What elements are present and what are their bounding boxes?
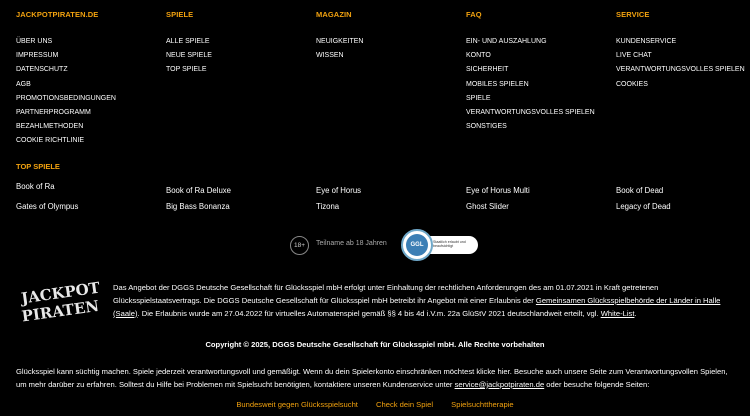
footer-column-magazin: MAGAZIN NEUIGKEITEN WISSEN	[316, 10, 363, 63]
game-link[interactable]: Book of Ra Deluxe	[166, 186, 231, 195]
link-bezahlmethoden[interactable]: BEZAHLMETHODEN	[16, 120, 116, 134]
link-sicherheit[interactable]: SICHERHEIT	[466, 63, 595, 77]
link-verantwortungsvolles-spielen-faq[interactable]: VERANTWORTUNGSVOLLES SPIELEN	[466, 106, 595, 120]
link-datenschutz[interactable]: DATENSCHUTZ	[16, 63, 116, 77]
link-promotionsbedingungen[interactable]: PROMOTIONSBEDINGUNGEN	[16, 92, 116, 106]
ggl-label-text: Staatlich erlaubt und beaufsichtigt	[433, 240, 466, 249]
link-konto[interactable]: KONTO	[466, 49, 595, 63]
link-cookie-richtlinie[interactable]: COOKIE RICHTLINIE	[16, 134, 116, 148]
link-kundenservice[interactable]: KUNDENSERVICE	[616, 35, 745, 49]
warning-text: oder besuche folgende Seiten:	[544, 379, 650, 389]
copyright: Copyright © 2025, DGGS Deutsche Gesellsc…	[205, 340, 545, 349]
game-link[interactable]: Gates of Olympus	[16, 202, 78, 211]
ggl-license-badge[interactable]: Staatlich erlaubt und beaufsichtigt GGL	[401, 229, 478, 261]
notice-text: .	[634, 308, 637, 318]
link-live-chat[interactable]: LIVE CHAT	[616, 49, 745, 63]
link-alle-spiele[interactable]: ALLE SPIELE	[166, 35, 212, 49]
game-link[interactable]: Book of Dead	[616, 186, 663, 195]
link-ein-und-auszahlung[interactable]: EIN- UND AUSZAHLUNG	[466, 35, 595, 49]
game-link[interactable]: Book of Ra	[16, 182, 55, 191]
age-restriction-text: Teilname ab 18 Jahren	[316, 240, 387, 247]
footer-column-service: SERVICE KUNDENSERVICE LIVE CHAT VERANTWO…	[616, 10, 745, 92]
column-title: FAQ	[466, 10, 482, 19]
link-wissen[interactable]: WISSEN	[316, 49, 363, 63]
support-email-link[interactable]: service@jackpotpiraten.de	[455, 380, 545, 389]
column-title: JACKPOTPIRATEN.DE	[16, 10, 99, 19]
game-link[interactable]: Tizona	[316, 202, 339, 211]
link-bundesweit-gegen-gluecksspielsucht[interactable]: Bundesweit gegen Glücksspielsucht	[236, 400, 358, 409]
game-link[interactable]: Ghost Slider	[466, 202, 509, 211]
jackpot-piraten-logo[interactable]: JACKPOT PIRATEN	[16, 279, 106, 323]
game-link[interactable]: Big Bass Bonanza	[166, 202, 230, 211]
help-links: Bundesweit gegen Glücksspielsucht Check …	[0, 400, 750, 409]
link-top-spiele[interactable]: TOP SPIELE	[166, 63, 212, 77]
link-mobiles-spielen[interactable]: MOBILES SPIELEN	[466, 78, 595, 92]
link-spielsuchttherapie[interactable]: Spielsuchttherapie	[451, 400, 513, 409]
link-ueber-uns[interactable]: ÜBER UNS	[16, 35, 116, 49]
link-impressum[interactable]: IMPRESSUM	[16, 49, 116, 63]
link-neue-spiele[interactable]: NEUE SPIELE	[166, 49, 212, 63]
ggl-seal-icon: GGL	[401, 229, 433, 261]
link-cookies[interactable]: COOKIES	[616, 78, 745, 92]
link-neuigkeiten[interactable]: NEUIGKEITEN	[316, 35, 363, 49]
ggl-abbr: GGL	[406, 234, 428, 256]
top-games-title: TOP SPIELE	[16, 162, 60, 171]
legal-notice: Das Angebot der DGGS Deutsche Gesellscha…	[113, 282, 745, 320]
link-agb[interactable]: AGB	[16, 78, 116, 92]
column-title: MAGAZIN	[316, 10, 352, 19]
footer-column-faq: FAQ EIN- UND AUSZAHLUNG KONTO SICHERHEIT…	[466, 10, 595, 134]
notice-text: . Die Erlaubnis wurde am 27.04.2022 für …	[137, 308, 601, 318]
column-title: SERVICE	[616, 10, 650, 19]
column-title: SPIELE	[166, 10, 194, 19]
footer-column-spiele: SPIELE ALLE SPIELE NEUE SPIELE TOP SPIEL…	[166, 10, 212, 78]
game-link[interactable]: Eye of Horus	[316, 186, 361, 195]
age-restriction-badge: 18+	[290, 236, 309, 255]
whitelist-link[interactable]: White-List	[601, 309, 635, 318]
link-check-dein-spiel[interactable]: Check dein Spiel	[376, 400, 433, 409]
link-sonstiges[interactable]: SONSTIGES	[466, 120, 595, 134]
game-link[interactable]: Eye of Horus Multi	[466, 186, 530, 195]
gambling-warning: Glücksspiel kann süchtig machen. Spiele …	[16, 366, 736, 392]
link-spiele-faq[interactable]: SPIELE	[466, 92, 595, 106]
footer-column-jackpotpiraten: JACKPOTPIRATEN.DE ÜBER UNS IMPRESSUM DAT…	[16, 10, 116, 149]
link-partnerprogramm[interactable]: PARTNERPROGRAMM	[16, 106, 116, 120]
game-link[interactable]: Legacy of Dead	[616, 202, 671, 211]
link-verantwortungsvolles-spielen[interactable]: VERANTWORTUNGSVOLLES SPIELEN	[616, 63, 745, 77]
